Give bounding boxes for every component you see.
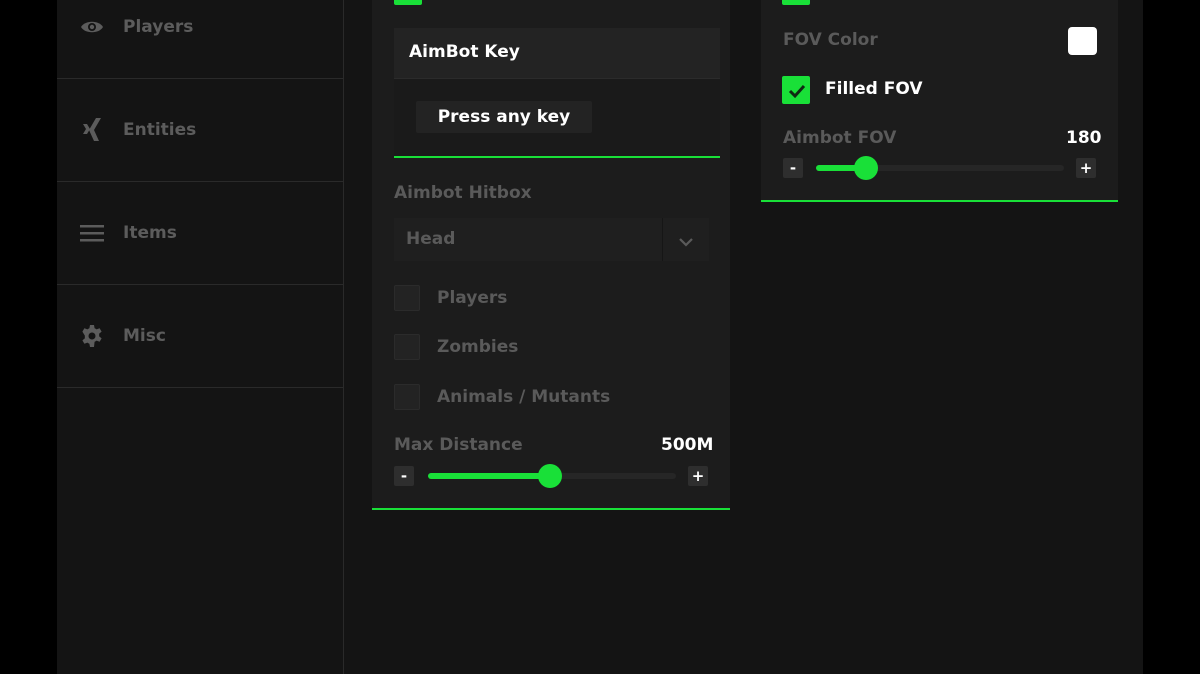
sidebar: Players Entities Items Misc: [57, 0, 344, 674]
sidebar-item-label: Players: [123, 17, 194, 37]
menu-icon: [79, 220, 105, 246]
sidebar-item-items[interactable]: Items: [57, 182, 343, 285]
sidebar-item-players[interactable]: Players: [57, 0, 343, 79]
aimbot-hitbox-label: Aimbot Hitbox: [394, 183, 532, 203]
aimbot-key-title: AimBot Key: [409, 42, 520, 62]
zombies-checkbox-label: Zombies: [437, 337, 519, 357]
max-distance-label: Max Distance: [394, 435, 523, 455]
max-distance-slider[interactable]: [428, 464, 676, 488]
xing-icon: [79, 117, 105, 143]
partial-checkbox[interactable]: [394, 0, 422, 5]
fov-color-swatch[interactable]: [1068, 27, 1097, 55]
press-any-key-label: Press any key: [437, 107, 571, 127]
aimbot-fov-label: Aimbot FOV: [783, 128, 897, 148]
aimbot-fov-increase-button[interactable]: +: [1076, 158, 1096, 178]
animals-mutants-checkbox-label: Animals / Mutants: [437, 387, 611, 407]
fov-color-label: FOV Color: [783, 30, 878, 50]
eye-icon: [79, 14, 105, 40]
sidebar-item-label: Entities: [123, 120, 197, 140]
sidebar-item-label: Items: [123, 223, 177, 243]
players-checkbox[interactable]: [394, 285, 420, 311]
sidebar-item-label: Misc: [123, 326, 166, 346]
max-distance-value: 500M: [661, 435, 714, 455]
hitbox-selected-value: Head: [406, 229, 456, 249]
max-distance-slider-handle[interactable]: [537, 464, 562, 488]
max-distance-slider-fill: [428, 473, 550, 479]
filled-fov-checkbox[interactable]: [782, 76, 810, 104]
aimbot-fov-decrease-button[interactable]: -: [783, 158, 803, 178]
zombies-checkbox[interactable]: [394, 334, 420, 360]
dropdown-divider: [662, 218, 663, 261]
aimbot-fov-slider[interactable]: [816, 156, 1064, 180]
sidebar-item-entities[interactable]: Entities: [57, 79, 343, 182]
filled-fov-label: Filled FOV: [825, 79, 923, 99]
partial-checkbox[interactable]: [782, 0, 810, 5]
players-checkbox-label: Players: [437, 288, 508, 308]
sidebar-item-misc[interactable]: Misc: [57, 285, 343, 388]
press-any-key-button[interactable]: Press any key: [416, 101, 592, 133]
animals-mutants-checkbox[interactable]: [394, 384, 420, 410]
checkmark-icon: [788, 84, 806, 99]
hitbox-dropdown[interactable]: Head: [394, 218, 709, 261]
aimbot-fov-value: 180: [1066, 128, 1102, 148]
gear-icon: [79, 323, 105, 349]
max-distance-increase-button[interactable]: +: [688, 466, 708, 486]
chevron-down-icon: [678, 233, 694, 252]
max-distance-decrease-button[interactable]: -: [394, 466, 414, 486]
aimbot-fov-slider-handle[interactable]: [853, 156, 878, 180]
